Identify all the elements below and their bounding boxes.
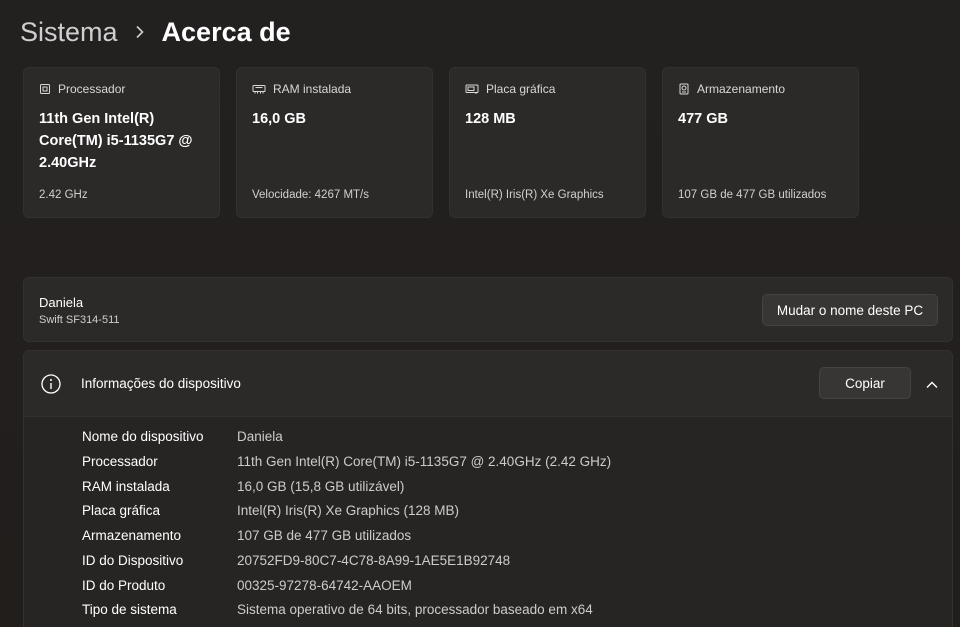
device-info-body: Nome do dispositivo Daniela Processador …: [23, 417, 953, 627]
spec-value: Sistema operativo de 64 bits, processado…: [237, 602, 593, 617]
card-label: RAM instalada: [273, 82, 352, 96]
card-value: 477 GB: [678, 111, 728, 127]
pc-name: Daniela: [39, 295, 84, 310]
card-value: 11th Gen Intel(R) Core(TM) i5-1135G7 @ 2…: [39, 111, 193, 171]
chevron-up-icon[interactable]: [922, 375, 942, 395]
card-processor: Processador 11th Gen Intel(R) Core(TM) i…: [23, 67, 220, 218]
spec-row: Placa gráfica Intel(R) Iris(R) Xe Graphi…: [82, 503, 459, 523]
breadcrumb: Sistema Acerca de: [20, 12, 291, 52]
spec-value: 11th Gen Intel(R) Core(TM) i5-1135G7 @ 2…: [237, 454, 612, 469]
device-info-header[interactable]: Informações do dispositivo Copiar: [23, 350, 953, 417]
spec-label: Tipo de sistema: [82, 602, 177, 617]
spec-row: Armazenamento 107 GB de 477 GB utilizado…: [82, 528, 411, 548]
spec-label: ID do Produto: [82, 578, 166, 593]
spec-label: Nome do dispositivo: [82, 429, 204, 444]
breadcrumb-sistema[interactable]: Sistema: [20, 14, 118, 50]
card-ram: RAM instalada 16,0 GB Velocidade: 4267 M…: [236, 67, 433, 218]
spec-value: 20752FD9-80C7-4C78-8A99-1AE5E1B92748: [237, 553, 511, 568]
spec-label: ID do Dispositivo: [82, 553, 184, 568]
processor-icon: [39, 83, 51, 95]
pc-name-row: Daniela Swift SF314-511 Mudar o nome des…: [23, 277, 953, 342]
card-value: 128 MB: [465, 111, 516, 127]
ram-icon: [252, 83, 266, 95]
spec-value: 107 GB de 477 GB utilizados: [237, 528, 412, 543]
device-info-title: Informações do dispositivo: [81, 376, 241, 391]
gpu-icon: [465, 83, 479, 95]
spec-value: 00325-97278-64742-AAOEM: [237, 578, 412, 593]
card-subtext: Velocidade: 4267 MT/s: [252, 189, 369, 201]
card-label: Placa gráfica: [486, 82, 556, 96]
card-subtext: Intel(R) Iris(R) Xe Graphics: [465, 189, 604, 201]
card-subtext: 2.42 GHz: [39, 189, 88, 201]
pc-model: Swift SF314-511: [39, 314, 120, 326]
spec-row: ID do Produto 00325-97278-64742-AAOEM: [82, 578, 412, 598]
chevron-right-icon: [118, 25, 162, 39]
spec-row: Processador 11th Gen Intel(R) Core(TM) i…: [82, 454, 611, 474]
spec-value: 16,0 GB (15,8 GB utilizável): [237, 479, 405, 494]
card-subtext: 107 GB de 477 GB utilizados: [678, 189, 827, 201]
spec-row: RAM instalada 16,0 GB (15,8 GB utilizáve…: [82, 479, 404, 499]
spec-label: Processador: [82, 454, 158, 469]
info-icon: [40, 373, 62, 400]
spec-row: ID do Dispositivo 20752FD9-80C7-4C78-8A9…: [82, 553, 510, 573]
spec-value: Daniela: [237, 429, 283, 444]
spec-label: RAM instalada: [82, 479, 170, 494]
card-label: Armazenamento: [697, 82, 786, 96]
spec-row: Nome do dispositivo Daniela: [82, 429, 283, 449]
page-title: Acerca de: [161, 17, 291, 47]
card-gpu: Placa gráfica 128 MB Intel(R) Iris(R) Xe…: [449, 67, 646, 218]
rename-pc-button[interactable]: Mudar o nome deste PC: [762, 294, 938, 326]
card-value: 16,0 GB: [252, 111, 306, 127]
spec-label: Placa gráfica: [82, 503, 161, 518]
spec-row: Tipo de sistema Sistema operativo de 64 …: [82, 602, 593, 622]
spec-value: Intel(R) Iris(R) Xe Graphics (128 MB): [237, 503, 460, 518]
storage-icon: [678, 83, 690, 95]
spec-label: Armazenamento: [82, 528, 182, 543]
card-label: Processador: [58, 82, 126, 96]
card-storage: Armazenamento 477 GB 107 GB de 477 GB ut…: [662, 67, 859, 218]
spec-cards: Processador 11th Gen Intel(R) Core(TM) i…: [23, 67, 859, 218]
copy-button[interactable]: Copiar: [819, 367, 911, 399]
about-page: Sistema Acerca de Processador 11th Gen I…: [0, 0, 960, 627]
